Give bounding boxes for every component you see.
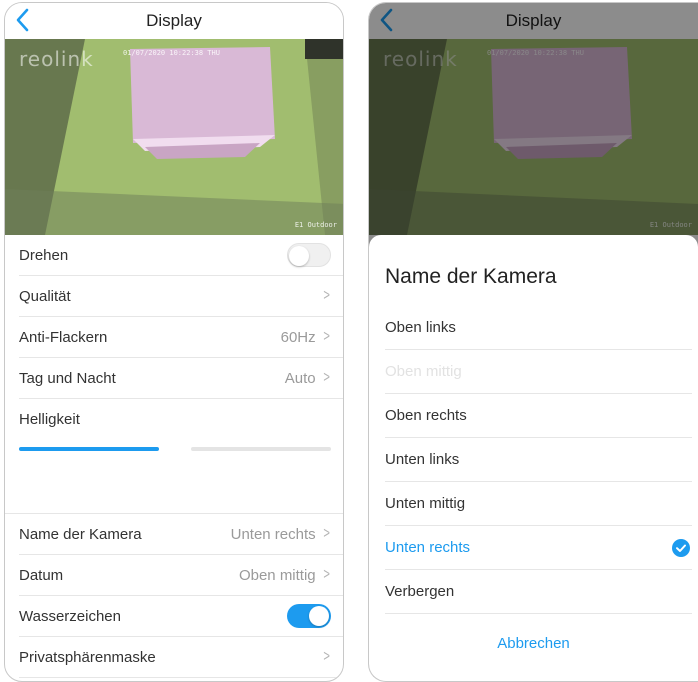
row-drehen: Drehen <box>19 235 343 276</box>
slider-fill <box>19 447 160 451</box>
chevron-right-icon: > <box>323 648 330 665</box>
slider-track[interactable] <box>19 447 331 451</box>
option-item[interactable]: Unten links <box>385 438 692 482</box>
camera-name-overlay: E1 Outdoor <box>294 221 337 229</box>
row-label: Drehen <box>19 246 69 264</box>
section-divider <box>5 487 343 514</box>
option-label: Oben mittig <box>385 363 462 380</box>
row-value: Auto <box>284 369 316 387</box>
camera-watermark-logo: reolink <box>19 47 94 71</box>
option-label: Unten links <box>385 451 460 468</box>
sheet-title: Name der Kamera <box>385 265 557 288</box>
row-label: Datum <box>19 566 64 584</box>
row-label: Anti-Flackern <box>19 328 108 346</box>
row-helligkeit: Helligkeit <box>19 399 343 439</box>
row-privatsphaerenmaske[interactable]: Privatsphärenmaske > <box>19 637 343 678</box>
toggle-knob <box>309 606 329 626</box>
page-title: Display <box>146 11 202 30</box>
row-label: Name der Kamera <box>19 525 142 543</box>
action-sheet: Name der Kamera Oben links Oben mittig Obe… <box>369 235 698 681</box>
drehen-toggle[interactable] <box>287 243 331 267</box>
row-name-der-kamera[interactable]: Name der Kamera Unten rechts > <box>19 514 343 555</box>
slider-rest <box>190 447 331 451</box>
display-settings-screen: Display reolink 01/07/2020 10:22:38 THU … <box>4 2 344 682</box>
page-title: Display <box>505 11 562 30</box>
camera-name-picker-screen: Display reolink 01/07/2020 10:22:38 THU … <box>368 2 698 682</box>
row-wasserzeichen: Wasserzeichen <box>19 596 343 637</box>
option-item[interactable]: Oben links <box>385 306 692 350</box>
option-label: Oben rechts <box>385 407 467 424</box>
row-value: Oben mittig <box>238 566 316 584</box>
row-label: Privatsphärenmaske <box>19 648 156 666</box>
row-value: 60Hz <box>280 328 316 346</box>
settings-list: Drehen Qualität > Anti-Flackern 60Hz > T… <box>5 235 343 678</box>
camera-name-overlay: E1 Outdoor <box>649 221 692 229</box>
chevron-right-icon: > <box>323 369 330 386</box>
cancel-button[interactable]: Abbrechen <box>369 635 698 652</box>
option-label: Unten rechts <box>385 539 471 556</box>
row-qualitaet[interactable]: Qualität > <box>19 276 343 317</box>
row-datum[interactable]: Datum Oben mittig > <box>19 555 343 596</box>
option-item[interactable]: Verbergen <box>385 570 692 614</box>
row-label: Wasserzeichen <box>19 607 121 625</box>
nav-bar: Display <box>5 3 343 39</box>
row-anti-flackern[interactable]: Anti-Flackern 60Hz > <box>19 317 343 358</box>
chevron-right-icon: > <box>323 566 330 583</box>
toggle-knob <box>289 246 309 266</box>
option-label: Oben links <box>385 319 456 336</box>
option-item: Oben mittig <box>385 350 692 394</box>
row-label: Helligkeit <box>19 410 80 428</box>
camera-preview: reolink 01/07/2020 10:22:38 THU E1 Outdo… <box>369 39 698 235</box>
row-value: Unten rechts <box>230 525 316 543</box>
option-item[interactable]: Unten mittig <box>385 482 692 526</box>
wasserzeichen-toggle[interactable] <box>287 604 331 628</box>
option-label: Verbergen <box>385 583 455 600</box>
option-item[interactable]: Unten rechts <box>385 526 692 570</box>
chevron-right-icon: > <box>323 525 330 542</box>
nav-bar: Display <box>369 3 698 39</box>
row-label: Qualität <box>19 287 71 305</box>
row-label: Tag und Nacht <box>19 369 116 387</box>
camera-watermark-logo: reolink <box>383 47 458 71</box>
row-tag-und-nacht[interactable]: Tag und Nacht Auto > <box>19 358 343 399</box>
chevron-right-icon: > <box>323 328 330 345</box>
option-label: Unten mittig <box>385 495 466 512</box>
brightness-slider[interactable] <box>19 439 343 487</box>
chevron-right-icon: > <box>323 287 330 304</box>
camera-timestamp: 01/07/2020 10:22:38 THU <box>123 49 220 57</box>
camera-timestamp: 01/07/2020 10:22:38 THU <box>487 49 584 57</box>
option-item[interactable]: Oben rechts <box>385 394 692 438</box>
camera-preview[interactable]: reolink 01/07/2020 10:22:38 THU E1 Outdo… <box>5 39 343 235</box>
checkmark-icon <box>672 538 690 557</box>
